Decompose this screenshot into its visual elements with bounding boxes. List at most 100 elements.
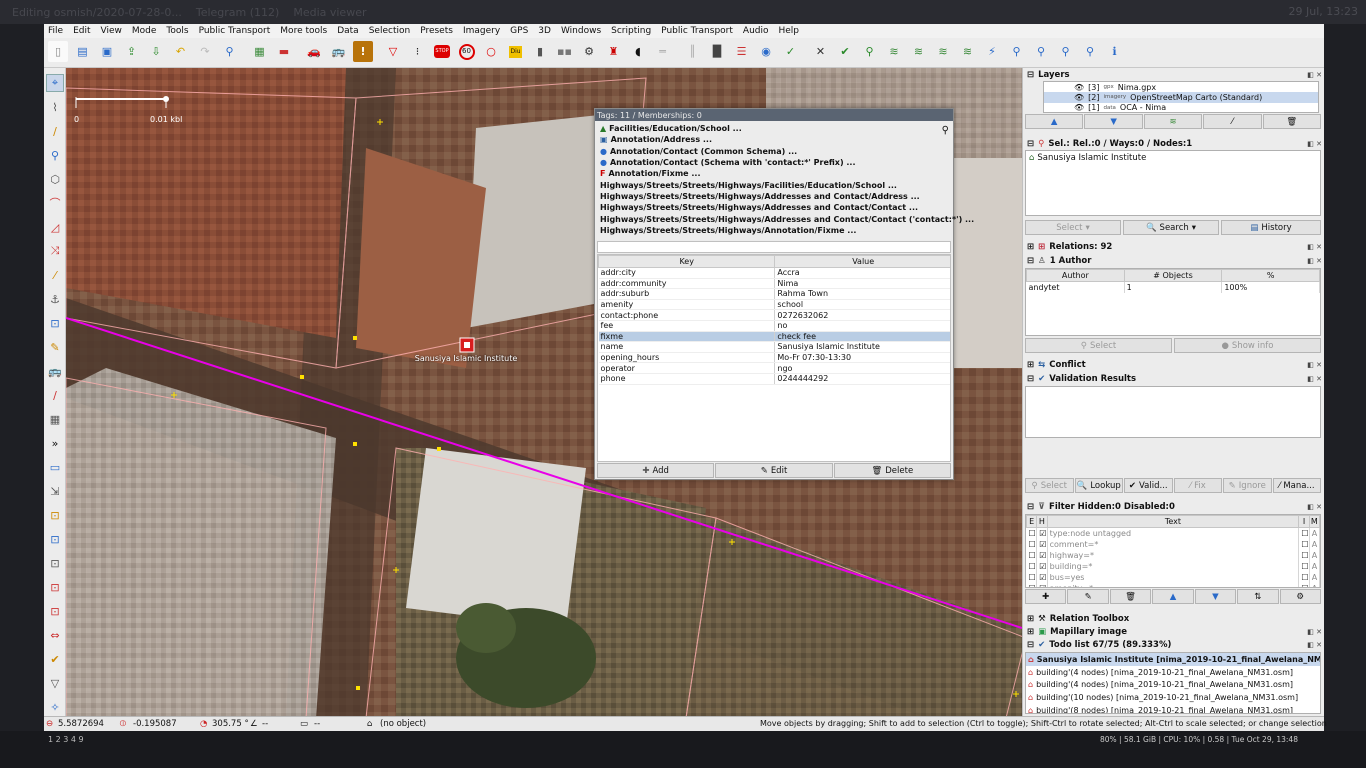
preset-link[interactable]: ● Annotation/Contact (Schema with 'contac… (597, 157, 951, 168)
layer-row[interactable]: 👁 [2] imagery OpenStreetMap Carto (Standard… (1044, 92, 1318, 103)
panel-controls-icon[interactable]: ◧ ✕ (1307, 361, 1322, 369)
list-item[interactable]: ⌂ building'(4 nodes) [nima_2019-10-21_fin… (1026, 678, 1320, 691)
info-icon[interactable]: ℹ (1105, 41, 1125, 62)
preset-search-icon[interactable]: ⚲ (942, 125, 949, 136)
menu-3d[interactable]: 3D (538, 26, 551, 36)
tag-value[interactable]: 0272632062 (774, 309, 950, 321)
filter-panel-header[interactable]: ⊟ ⊽ Filter Hidden:0 Disabled:0 ◧ ✕ (1023, 500, 1324, 513)
school-marker-icon[interactable] (460, 338, 474, 352)
list-item[interactable]: ⌂ building'(8 nodes) [nima_2019-10-21_fin… (1026, 704, 1320, 713)
tag-key[interactable]: operator (598, 362, 776, 374)
tag-value[interactable]: Nima (774, 278, 950, 290)
car-icon[interactable]: 🚗 (304, 41, 324, 62)
expand-icon[interactable]: ⊞ (1027, 360, 1034, 370)
menu-selection[interactable]: Selection (369, 26, 410, 36)
lane-4-icon[interactable]: ☰ (732, 41, 752, 62)
tag-value[interactable]: 0244444292 (774, 373, 950, 385)
author-select-button[interactable]: ⚲ Select (1025, 338, 1172, 353)
tag-value[interactable]: Rahma Town (774, 288, 950, 300)
collapse-icon[interactable]: ⊟ (1027, 374, 1034, 384)
overpass-3-icon[interactable]: ≋ (933, 41, 953, 62)
visibility-eye-icon[interactable]: 👁 (1074, 93, 1084, 102)
merge-icon[interactable]: ⇔ (46, 626, 64, 644)
mapillary-icon[interactable]: ✕ (811, 41, 831, 62)
filter-inverted-checkbox[interactable]: ☐ (1298, 582, 1310, 587)
stop-sign-icon[interactable]: STOP (432, 41, 452, 62)
history-button[interactable]: ▤ History (1221, 220, 1321, 235)
magnifier-icon[interactable]: ⚲ (860, 41, 880, 62)
value-col-header[interactable]: Value (774, 255, 950, 268)
lane-3-icon[interactable]: ▐▌ (707, 41, 727, 62)
table-row[interactable]: fee no (598, 320, 950, 332)
filter-col-text[interactable]: Text (1046, 515, 1300, 528)
preset-link[interactable]: ▣ Annotation/Address ... (597, 134, 951, 145)
gear-icon[interactable]: ⚙ (579, 41, 599, 62)
more-tools-icon[interactable]: » (46, 434, 64, 452)
validation-panel-header[interactable]: ⊟ ✔ Validation Results ◧ ✕ (1023, 372, 1324, 385)
download-icon[interactable]: ⇩ (146, 41, 166, 62)
tunnel-icon[interactable]: ◖ (628, 41, 648, 62)
filter-tool-icon[interactable]: ▽ (46, 674, 64, 692)
validation-lookup-button[interactable]: 🔍 Lookup (1074, 478, 1123, 493)
menu-windows[interactable]: Windows (561, 26, 601, 36)
panel-controls-icon[interactable]: ◧ ✕ (1307, 375, 1322, 383)
expand-icon[interactable]: ⊞ (1027, 627, 1034, 637)
list-item[interactable]: ⌂ building'(10 nodes) [nima_2019-10-21_fi… (1026, 691, 1320, 704)
save-icon[interactable]: ▣ (97, 41, 117, 62)
preset-link[interactable]: Highways/Streets/Streets/Highways/Addres… (597, 213, 974, 224)
filter-inverted-checkbox[interactable]: ☐ (1298, 527, 1310, 539)
conflict-panel-header[interactable]: ⊞ ⇆ Conflict ◧ ✕ (1023, 358, 1324, 371)
warning-icon[interactable]: ! (353, 41, 373, 62)
menu-edit[interactable]: Edit (73, 26, 90, 36)
overpass-1-icon[interactable]: ≋ (884, 41, 904, 62)
layer-row[interactable]: 👁 [3] gpx Nima.gpx (1044, 82, 1318, 92)
table-row[interactable]: ☐ ☑ highway=* ☐ A (1026, 549, 1320, 561)
panel-controls-icon[interactable]: ◧ ✕ (1307, 503, 1322, 511)
layers-panel-header[interactable]: ⊟ Layers ◧ ✕ (1023, 68, 1324, 81)
table-row[interactable]: name Sanusiya Islamic Institute (598, 341, 950, 353)
list-item[interactable]: ⌂ Sanusiya Islamic Institute (1026, 151, 1320, 165)
sort-filter-button[interactable]: ⇅ (1237, 589, 1279, 604)
tool-a-icon[interactable]: ⊡ (46, 506, 64, 524)
menu-tools[interactable]: Tools (166, 26, 188, 36)
tag-key[interactable]: fixme (598, 331, 776, 343)
author-col-header[interactable]: Author (1026, 269, 1125, 282)
menu-public-transport[interactable]: Public Transport (199, 26, 271, 36)
panel-controls-icon[interactable]: ◧ ✕ (1307, 628, 1322, 636)
check-icon[interactable]: ✓ (781, 41, 801, 62)
table-row[interactable]: ☐ ☑ type:node untagged ☐ A (1026, 527, 1320, 539)
table-row[interactable]: operator ngo (598, 362, 950, 374)
key-col-header[interactable]: Key (598, 255, 776, 268)
filter-enabled-checkbox[interactable]: ☐ (1026, 549, 1038, 561)
undo-icon[interactable]: ↶ (171, 41, 191, 62)
filter-enabled-checkbox[interactable]: ☐ (1026, 582, 1038, 587)
move-down-button[interactable]: ▼ (1084, 114, 1143, 129)
delete-layer-button[interactable]: 🗑 (1262, 114, 1322, 129)
collapse-icon[interactable]: ⊟ (1027, 502, 1034, 512)
menu-gps[interactable]: GPS (510, 26, 528, 36)
add-tag-button[interactable]: ✚ Add (597, 463, 715, 478)
edit-tag-button[interactable]: ✎ Edit (715, 463, 833, 478)
mapillary-header[interactable]: ⊞ ▣ Mapillary image ◧ ✕ (1023, 625, 1324, 638)
merge-layer-button[interactable]: ≋ (1143, 114, 1203, 129)
menu-help[interactable]: Help (779, 26, 800, 36)
preset-link[interactable]: Highways/Streets/Streets/Highways/Annota… (597, 225, 951, 236)
tool-c-icon[interactable]: ⊡ (46, 554, 64, 572)
image-icon[interactable]: ▦ (250, 41, 270, 62)
table-row[interactable]: fixme check fee (598, 331, 950, 343)
filter-inverted-checkbox[interactable]: ☐ (1298, 549, 1310, 561)
filter-inverted-checkbox[interactable]: ☐ (1298, 538, 1310, 550)
tag-value[interactable]: Accra (774, 267, 950, 279)
filter-enabled-checkbox[interactable]: ☐ (1026, 538, 1038, 550)
zoom-icon[interactable]: ⚲ (220, 41, 240, 62)
panel-controls-icon[interactable]: ◧ ✕ (1307, 641, 1322, 649)
todo-header[interactable]: ⊟ ✔ Todo list 67/75 (89.333%) ◧ ✕ (1023, 638, 1324, 651)
relations-panel-header[interactable]: ⊞ ⊞ Relations: 92 ◧ ✕ (1023, 240, 1324, 253)
table-row[interactable]: ☐ ☑ bus=yes ☐ A (1026, 571, 1320, 583)
list-item[interactable]: ⌂ building'(4 nodes) [nima_2019-10-21_fin… (1026, 666, 1320, 679)
preset-link[interactable]: ● Annotation/Contact (Common Schema) ... (597, 146, 951, 157)
edit-filter-button[interactable]: ✎ (1067, 589, 1109, 604)
validation-mana-button[interactable]: ⁄ Mana... (1272, 478, 1321, 493)
line-icon[interactable]: ∕ (46, 386, 64, 404)
traffic-light-icon[interactable]: ⁝ (408, 41, 428, 62)
